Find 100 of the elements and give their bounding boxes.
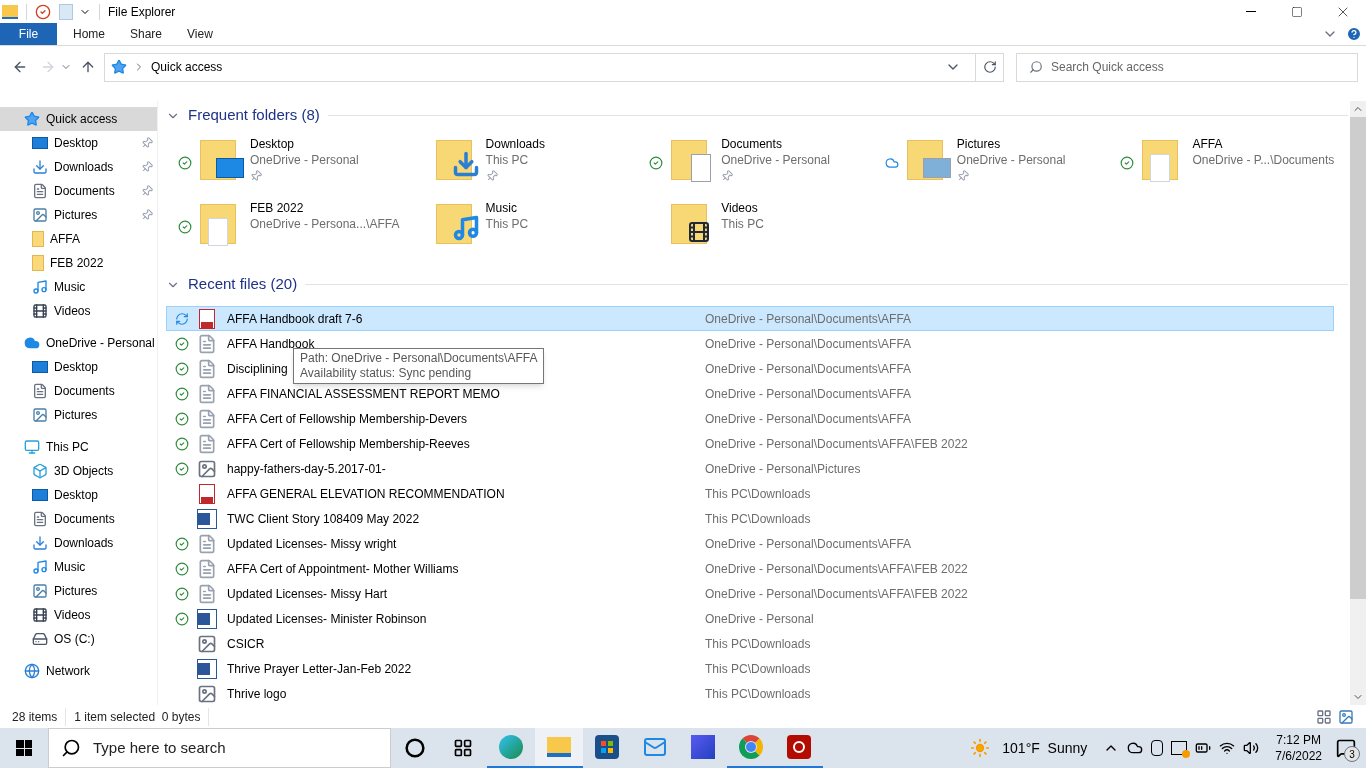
file-name[interactable]: CSICR <box>227 634 265 653</box>
wifi-icon[interactable] <box>1219 740 1236 756</box>
folder-tile[interactable]: AFFA OneDrive - P...\Documents <box>1112 132 1348 196</box>
folder-name: Videos <box>721 200 759 216</box>
section-heading[interactable]: Frequent folders (8) <box>188 104 320 127</box>
file-location: OneDrive - Personal\Documents\AFFA\FEB 2022 <box>705 435 968 453</box>
notification-button[interactable]: 3 <box>1326 728 1366 768</box>
ribbon-tab[interactable]: Home <box>57 23 114 45</box>
nav-item[interactable]: Pictures <box>0 203 157 227</box>
nav-item[interactable]: Music <box>0 555 157 579</box>
ribbon-tab[interactable]: View <box>171 23 228 45</box>
folder-tile[interactable]: Documents OneDrive - Personal <box>641 132 877 196</box>
search-field[interactable]: Search Quick access <box>1016 52 1358 82</box>
drive-icon <box>32 631 48 647</box>
selected-file-row[interactable]: AFFA Handbook draft 7-6 OneDrive - Personal\Documents\AFFA <box>166 306 1334 331</box>
large-icons-view-icon[interactable] <box>1338 708 1354 725</box>
nav-item[interactable]: Documents <box>0 379 157 403</box>
folder-tile[interactable]: Videos This PC <box>641 196 877 260</box>
help-icon[interactable] <box>1346 26 1362 42</box>
nav-item[interactable]: Downloads <box>0 155 157 179</box>
file-name[interactable]: AFFA Handbook <box>227 334 315 353</box>
nav-item[interactable]: FEB 2022 <box>0 251 157 275</box>
word-file-icon <box>197 608 217 629</box>
nav-item[interactable]: Network <box>0 659 157 683</box>
details-view-icon[interactable] <box>1316 708 1332 725</box>
file-name[interactable]: AFFA GENERAL ELEVATION RECOMMENDATION <box>227 484 505 503</box>
folder-tile[interactable]: Desktop OneDrive - Personal <box>170 132 406 196</box>
address-path[interactable]: Quick access <box>151 58 939 76</box>
file-name[interactable]: Thrive logo <box>227 684 287 703</box>
star-icon <box>24 111 40 127</box>
nav-item[interactable]: AFFA <box>0 227 157 251</box>
desktop-icon <box>32 137 48 149</box>
word-file-icon <box>197 508 217 529</box>
file-location: OneDrive - Personal\Documents\AFFA\FEB 2022 <box>705 560 968 578</box>
mail-icon <box>643 735 667 759</box>
nav-item[interactable]: Videos <box>0 603 157 627</box>
document-icon <box>32 383 48 399</box>
taskbar-app[interactable] <box>535 728 583 768</box>
music-note-icon <box>32 279 48 295</box>
synced-check-icon <box>175 561 189 576</box>
nav-item[interactable]: OS (C:) <box>0 627 157 651</box>
weather-text[interactable]: 101°F Sunny <box>1002 737 1088 759</box>
item-count: 28 items <box>12 707 67 726</box>
back-icon[interactable] <box>12 59 28 75</box>
file-name[interactable]: Thrive Prayer Letter-Jan-Feb 2022 <box>227 659 412 678</box>
section-heading[interactable]: Recent files (20) <box>188 273 298 296</box>
file-name[interactable]: AFFA FINANCIAL ASSESSMENT REPORT MEMO <box>227 384 500 403</box>
file-name[interactable]: happy-fathers-day-5.2017-01- <box>227 459 386 478</box>
minimize-icon <box>1246 11 1256 12</box>
nav-item[interactable]: Desktop <box>0 355 157 379</box>
clock[interactable]: 7:12 PM 7/6/2022 <box>1271 732 1326 764</box>
scrollbar[interactable] <box>1350 101 1366 705</box>
folder-location: OneDrive - Persona...\AFFA <box>250 216 400 232</box>
picture-icon <box>32 583 48 599</box>
battery-icon[interactable] <box>1195 740 1212 756</box>
synced-check-icon <box>175 586 189 601</box>
file-location: This PC\Downloads <box>705 660 811 678</box>
file-location: OneDrive - Personal\Documents\AFFA <box>705 410 912 428</box>
refresh-icon[interactable] <box>982 60 997 74</box>
nav-item[interactable]: Pictures <box>0 403 157 427</box>
folder-tile[interactable]: FEB 2022 OneDrive - Persona...\AFFA <box>170 196 406 260</box>
folder-location: This PC <box>485 152 530 168</box>
nav-item[interactable]: 3D Objects <box>0 459 157 483</box>
file-name[interactable]: AFFA Cert of Appointment- Mother Williams <box>227 559 459 578</box>
file-name[interactable]: TWC Client Story 108409 May 2022 <box>227 509 420 528</box>
volume-icon[interactable] <box>1243 740 1260 756</box>
chrome-icon <box>739 735 763 759</box>
scrollbar-thumb[interactable] <box>1350 117 1366 599</box>
app-tile-icon <box>691 735 715 759</box>
nav-item[interactable]: This PC <box>0 435 157 459</box>
picture-icon <box>32 207 48 223</box>
cloud-icon[interactable] <box>1127 740 1144 756</box>
file-name[interactable]: Disciplining <box>227 359 288 378</box>
nav-item[interactable]: Videos <box>0 299 157 323</box>
ribbon-tab[interactable]: Share <box>114 23 171 45</box>
nav-item[interactable]: OneDrive - Personal <box>0 331 157 355</box>
nav-item[interactable]: Documents <box>0 179 157 203</box>
nav-item[interactable]: Music <box>0 275 157 299</box>
file-name[interactable]: Updated Licenses- Missy Hart <box>227 584 388 603</box>
file-name[interactable]: Updated Licenses- Minister Robinson <box>227 609 427 628</box>
file-name[interactable]: AFFA Handbook draft 7-6 <box>227 309 363 328</box>
nav-item[interactable]: Desktop <box>0 483 157 507</box>
windows-logo-icon <box>16 740 32 756</box>
file-name[interactable]: Updated Licenses- Missy wright <box>227 534 397 553</box>
nav-item[interactable]: Quick access <box>0 107 157 131</box>
image-thumbnail-icon <box>197 633 217 654</box>
maximize-icon <box>1291 5 1303 18</box>
folder-tile[interactable]: Downloads This PC <box>405 132 642 196</box>
nav-item[interactable]: Downloads <box>0 531 157 555</box>
folder-tile[interactable]: Music This PC <box>405 196 642 260</box>
nav-item[interactable]: Pictures <box>0 579 157 603</box>
up-icon[interactable] <box>80 59 96 75</box>
file-name[interactable]: AFFA Cert of Fellowship Membership-Devers <box>227 409 468 428</box>
synced-check-icon <box>175 611 189 626</box>
folder-tile[interactable]: Pictures OneDrive - Personal <box>876 132 1113 196</box>
ribbon-tab[interactable]: File <box>0 23 57 45</box>
nav-item[interactable]: Documents <box>0 507 157 531</box>
taskbar-search-field[interactable]: Type here to search <box>48 728 391 768</box>
nav-item[interactable]: Desktop <box>0 131 157 155</box>
file-name[interactable]: AFFA Cert of Fellowship Membership-Reeves <box>227 434 470 453</box>
